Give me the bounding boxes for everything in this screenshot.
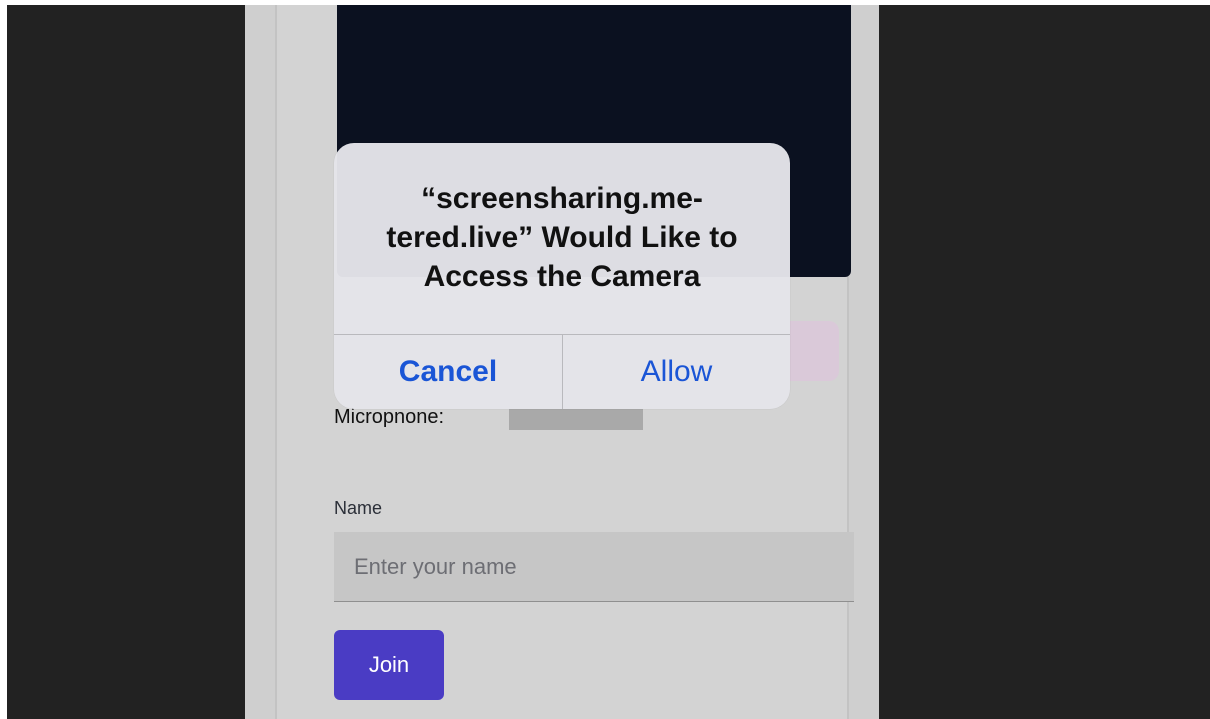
microphone-label: Micropnone: <box>334 406 445 428</box>
dialog-title: “screensharing.me- tered.live” Would Lik… <box>386 182 738 293</box>
camera-permission-dialog: “screensharing.me- tered.live” Would Lik… <box>334 143 790 409</box>
name-label: Name <box>334 498 383 518</box>
microphone-select[interactable] <box>509 409 643 430</box>
allow-button[interactable]: Allow <box>563 335 790 409</box>
name-input[interactable] <box>334 532 854 602</box>
cancel-button[interactable]: Cancel <box>334 335 562 409</box>
page: Micropnone: Name Join “screensharing.me-… <box>245 5 879 719</box>
screen: Micropnone: Name Join “screensharing.me-… <box>7 5 1210 719</box>
join-button[interactable]: Join <box>334 630 444 700</box>
